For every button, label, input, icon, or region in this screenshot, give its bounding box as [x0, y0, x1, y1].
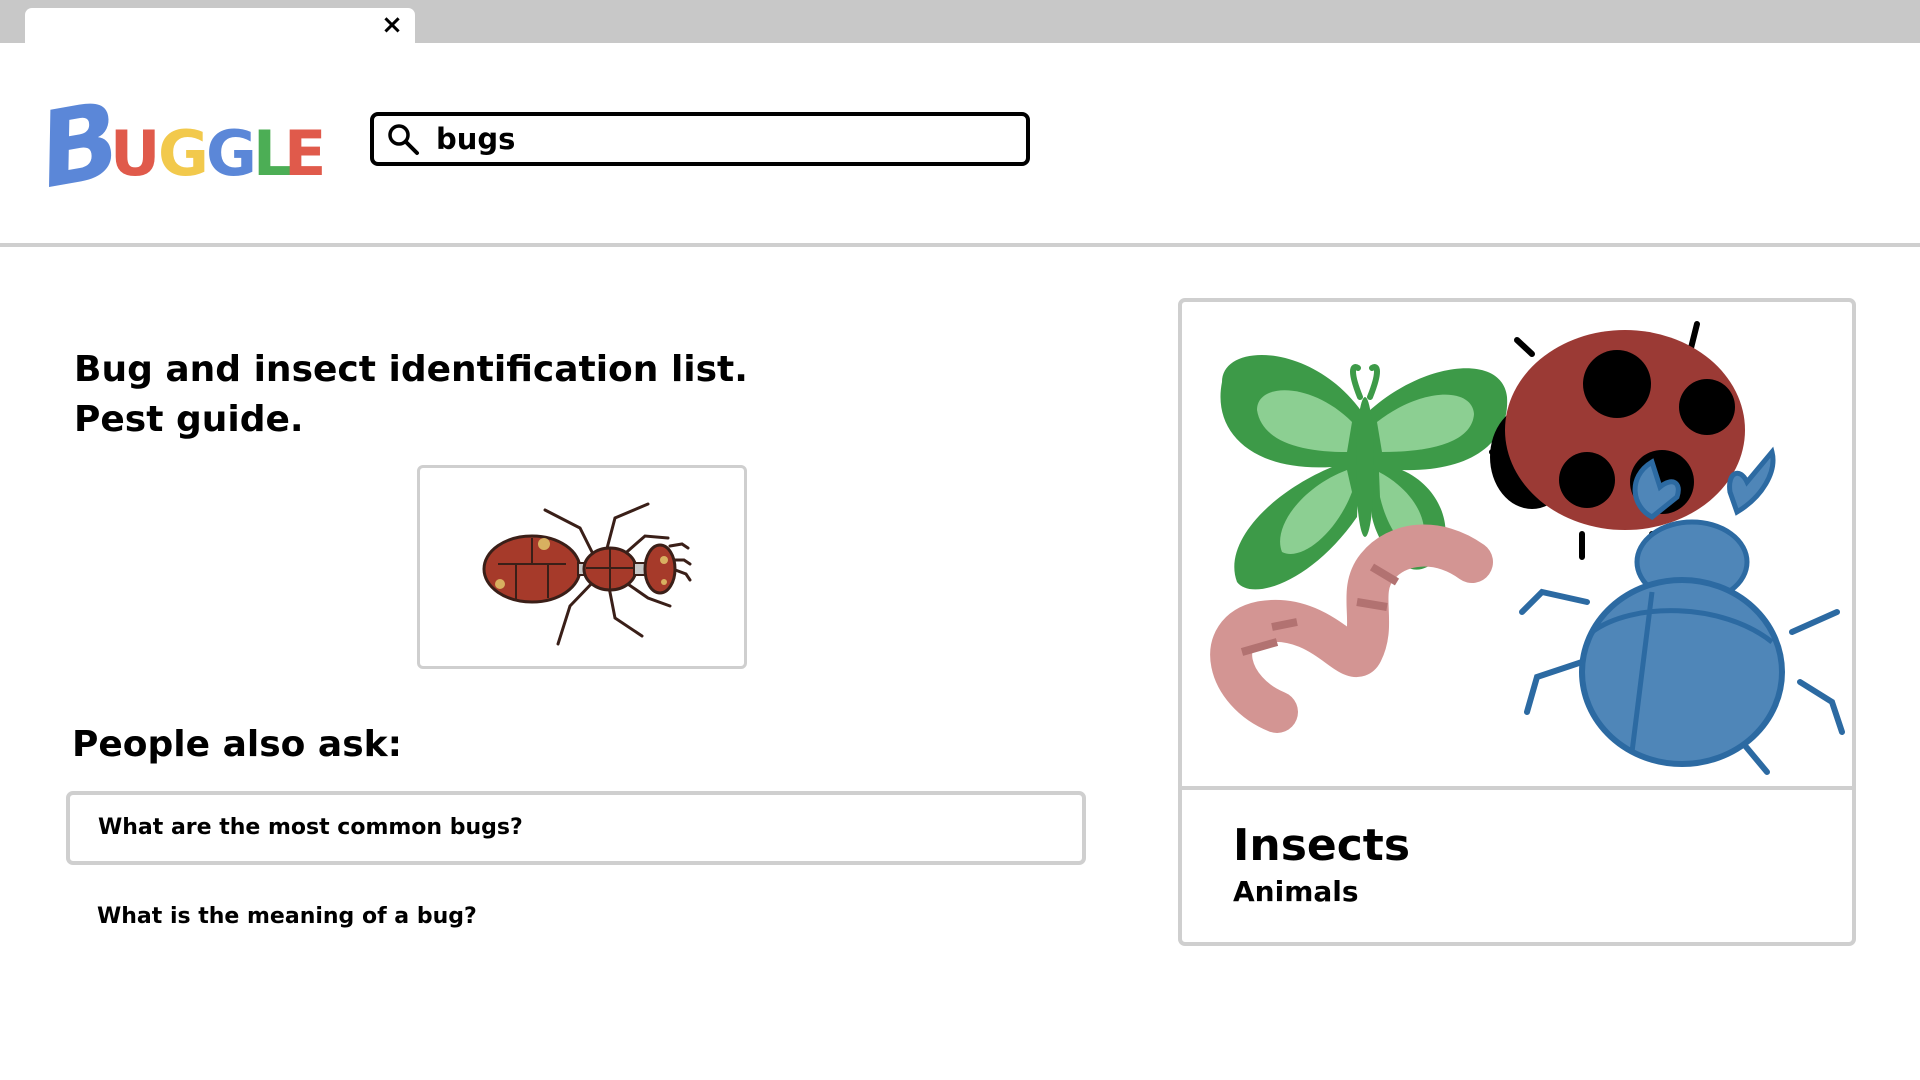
search-bar[interactable] — [370, 112, 1030, 166]
tab-bar: × — [0, 0, 1920, 43]
insects-illustration[interactable] — [1182, 302, 1852, 786]
browser-tab[interactable]: × — [25, 8, 415, 43]
people-also-ask-heading: People also ask: — [72, 724, 402, 765]
logo-letter-g2: G — [206, 117, 257, 190]
search-input[interactable] — [436, 116, 1006, 162]
ant-icon — [482, 502, 692, 646]
buggle-logo[interactable]: B U G G L E — [30, 78, 327, 212]
logo-letter-g1: G — [158, 117, 209, 190]
result-title-line1[interactable]: Bug and insect identification list. — [74, 349, 748, 390]
result-image-card[interactable] — [417, 465, 747, 669]
close-tab-icon[interactable]: × — [379, 12, 405, 38]
paa-question-1[interactable]: What are the most common bugs? — [66, 791, 1086, 865]
logo-letter-u: U — [110, 117, 161, 190]
search-header: B U G G L E — [0, 43, 1920, 243]
knowledge-panel-divider — [1182, 786, 1852, 790]
paa-question-2[interactable]: What is the meaning of a bug? — [66, 880, 1086, 954]
result-title-line2[interactable]: Pest guide. — [74, 399, 304, 440]
knowledge-panel-subtitle: Animals — [1233, 875, 1359, 908]
knowledge-panel[interactable]: Insects Animals — [1178, 298, 1856, 946]
header-divider — [0, 243, 1920, 247]
knowledge-panel-title: Insects — [1233, 820, 1411, 871]
logo-letter-e: E — [284, 117, 327, 190]
search-icon[interactable] — [386, 122, 420, 156]
result-title[interactable]: Bug and insect identification list. Pest… — [74, 345, 748, 445]
